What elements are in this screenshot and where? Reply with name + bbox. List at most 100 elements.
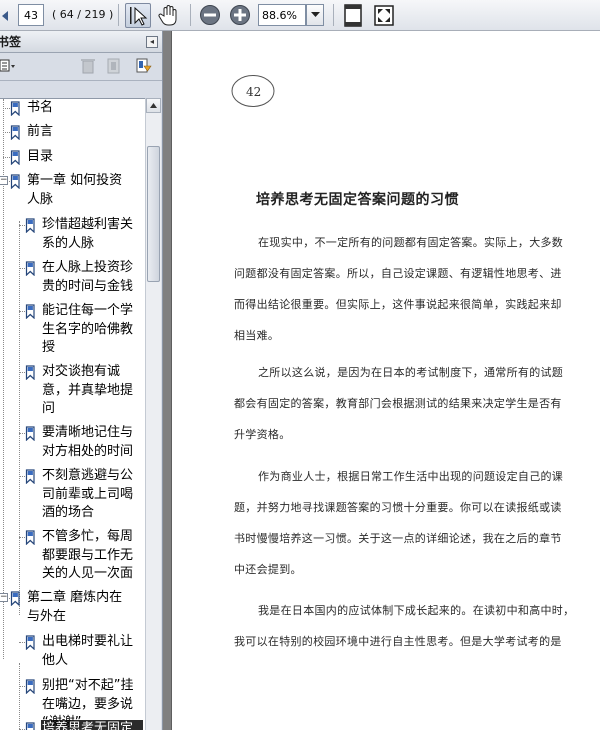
bookmark-item[interactable]: 对交谈抱有诚 意，并真挚地提问 — [42, 363, 133, 419]
paragraph: 之所以这么说，是因为在日本的考试制度下，通常所有的试题 都会有固定的答案，教育部… — [234, 357, 584, 450]
bookmark-label: 别把“对不起”挂 — [42, 678, 134, 693]
text-line: 我是在日本国内的应试体制下成长起来的。在读初中和高中时， — [258, 604, 575, 617]
paragraph: 作为商业人士，根据日常工作生活中出现的问题设定自己的课 题，并努力地寻找课题答案… — [234, 461, 584, 585]
bookmark-label: 不管多忙，每周 — [42, 529, 134, 544]
bookmark-label: 贵的时间与金钱 — [42, 278, 134, 294]
bookmark-icon — [25, 722, 35, 730]
bookmark-label: 对交谈抱有诚 — [42, 364, 121, 379]
bookmark-label: 目录 — [27, 149, 54, 164]
bookmark-label: 生名字的哈佛教 — [42, 321, 134, 337]
bookmark-icon — [25, 261, 35, 276]
bookmark-label: 意，并真挚地提 — [42, 382, 134, 398]
bookmark-item[interactable]: 第二章 磨炼内在 与外在 — [27, 589, 122, 626]
bookmark-label: 能记住每一个学 — [42, 303, 134, 318]
text-line: 升学资格。 — [234, 428, 291, 441]
scroll-up-arrow-icon[interactable] — [146, 98, 161, 113]
bookmark-label: 都要跟与工作无 — [42, 547, 134, 563]
toolbar: ( 64 / 219 ) 88.6% — [0, 0, 600, 31]
bookmark-item[interactable]: 第一章 如何投资 人脉 — [27, 172, 122, 209]
bookmarks-scrollbar[interactable] — [145, 98, 161, 730]
bookmark-item[interactable]: 目录 — [27, 148, 53, 167]
chevron-down-icon — [310, 12, 320, 17]
collapse-toggle-icon[interactable]: − — [0, 593, 8, 602]
bookmark-label: 培养思考无固定 — [42, 721, 134, 730]
bookmark-icon — [25, 635, 35, 650]
tree-line — [3, 108, 10, 109]
document-view[interactable]: 42 培养思考无固定答案问题的习惯 在现实中，不一定所有的问题都有固定答案。实际… — [163, 31, 600, 730]
bookmark-icon — [25, 679, 35, 694]
delete-bookmark-icon[interactable] — [80, 57, 96, 75]
scrollbar-thumb[interactable] — [147, 146, 160, 282]
zoom-out-icon[interactable] — [199, 4, 221, 26]
bookmark-label: 酒的场合 — [42, 505, 95, 520]
bookmarks-panel-title: 书签 — [0, 35, 22, 49]
paragraph: 我是在日本国内的应试体制下成长起来的。在读初中和高中时， 我可以在特别的校园环境… — [234, 595, 584, 657]
text-line: 中还会提到。 — [234, 563, 302, 576]
bookmark-icon — [25, 365, 35, 380]
bookmark-label: 关的人见一次面 — [42, 566, 134, 581]
text-line: 相当难。 — [234, 329, 280, 342]
select-cursor-icon[interactable] — [125, 3, 151, 28]
bookmark-label: 系的人脉 — [42, 235, 95, 251]
bookmark-icon — [25, 426, 35, 441]
collapse-panel-button[interactable]: ◂ — [146, 35, 158, 48]
bookmark-item[interactable]: 在人脉上投资珍 贵的时间与金钱 — [42, 259, 133, 296]
bookmark-label: 问 — [42, 401, 56, 416]
document-page: 42 培养思考无固定答案问题的习惯 在现实中，不一定所有的问题都有固定答案。实际… — [171, 31, 600, 730]
bookmark-item[interactable]: 前言 — [27, 123, 53, 142]
bookmark-label: 不刻意逃避与公 — [42, 468, 134, 483]
tree-line — [3, 132, 10, 133]
bookmark-tree: 书名 前言 目录 − 第一章 如何投资 人脉 珍惜超越利害关 系的人脉 在人脉上投资珍 贵的时间与… — [0, 98, 145, 730]
text-line: 都会有固定的答案，教育部门会根据测试的结果来决定学生是否有 — [234, 397, 562, 410]
text-line: 问题都没有固定答案。所以，自己设定课题、有逻辑性地思考、进 — [234, 267, 562, 280]
collapse-toggle-icon[interactable]: − — [0, 176, 8, 185]
expand-bookmark-icon[interactable] — [134, 57, 152, 75]
bookmark-icon — [25, 469, 35, 484]
bookmark-label: 要清晰地记住与 — [42, 425, 134, 440]
text-line: 之所以这么说，是因为在日本的考试制度下，通常所有的试题 — [258, 366, 564, 379]
bookmark-item[interactable]: 出电梯时要礼让 他人 — [42, 633, 133, 670]
nav-prev-icon[interactable] — [0, 8, 10, 22]
bookmark-label: 出电梯时要礼让 — [42, 634, 134, 649]
bookmark-label: 授 — [42, 340, 56, 355]
fit-page-icon[interactable] — [341, 3, 365, 28]
zoom-in-icon[interactable] — [229, 4, 251, 26]
bookmark-label: 珍惜超越利害关 — [42, 217, 134, 232]
tree-line — [3, 157, 10, 158]
bookmark-icon — [10, 125, 20, 140]
bookmark-item[interactable]: 能记住每一个学 生名字的哈佛教授 — [42, 302, 133, 358]
bookmark-label: 在人脉上投资珍 — [42, 260, 134, 275]
bookmark-item[interactable]: 要清晰地记住与 对方相处的时间 — [42, 424, 133, 461]
page-number-input[interactable] — [18, 4, 44, 26]
hand-tool-icon[interactable] — [156, 3, 182, 28]
bookmark-item[interactable]: 不管多忙，每周 都要跟与工作无 关的人见一次面 — [42, 528, 133, 584]
text-line: 我可以在特别的校园环境中进行自主性思考。但是大学考试考的是 — [234, 635, 562, 648]
toolbar-separator — [118, 4, 119, 26]
bookmark-item[interactable]: 不刻意逃避与公 司前辈或上司喝 酒的场合 — [42, 467, 133, 523]
text-line: 在现实中，不一定所有的问题都有固定答案。实际上，大多数 — [258, 236, 564, 249]
bookmark-item[interactable]: 培养思考无固定 — [42, 720, 133, 730]
bookmark-icon — [25, 530, 35, 545]
page-number-label: 42 — [246, 85, 262, 99]
bookmarks-panel: 书签 ◂ 书名 前言 目录 − 第一章 如何投资 人脉 珍惜超越利害关 系的人脉 在人脉上投资珍… — [0, 31, 163, 730]
options-menu-icon[interactable] — [0, 58, 16, 74]
tree-line — [19, 221, 20, 615]
bookmark-label: 在嘴边，要多说 — [42, 696, 134, 712]
bookmark-icon — [25, 304, 35, 319]
bookmark-label: 前言 — [27, 124, 54, 139]
bookmark-item[interactable]: 珍惜超越利害关 系的人脉 — [42, 216, 133, 253]
bookmark-label: 第二章 磨炼内在 — [27, 590, 123, 605]
bookmark-label: 与外在 — [27, 608, 67, 624]
new-bookmark-icon[interactable] — [106, 57, 122, 75]
tree-line — [19, 663, 20, 730]
bookmark-item[interactable]: 书名 — [27, 99, 53, 118]
text-line: 书时慢慢培养这一习惯。关于这一点的详细论述，我在之后的章节 — [234, 532, 562, 545]
fit-width-icon[interactable] — [372, 3, 396, 28]
bookmark-label: 对方相处的时间 — [42, 443, 134, 459]
bookmarks-toolbar — [0, 53, 162, 81]
section-title: 培养思考无固定答案问题的习惯 — [256, 192, 459, 208]
zoom-level-field[interactable]: 88.6% — [258, 4, 306, 26]
bookmarks-panel-header: 书签 ◂ — [0, 31, 162, 53]
bookmark-icon — [10, 101, 20, 116]
zoom-dropdown-button[interactable] — [306, 4, 324, 26]
